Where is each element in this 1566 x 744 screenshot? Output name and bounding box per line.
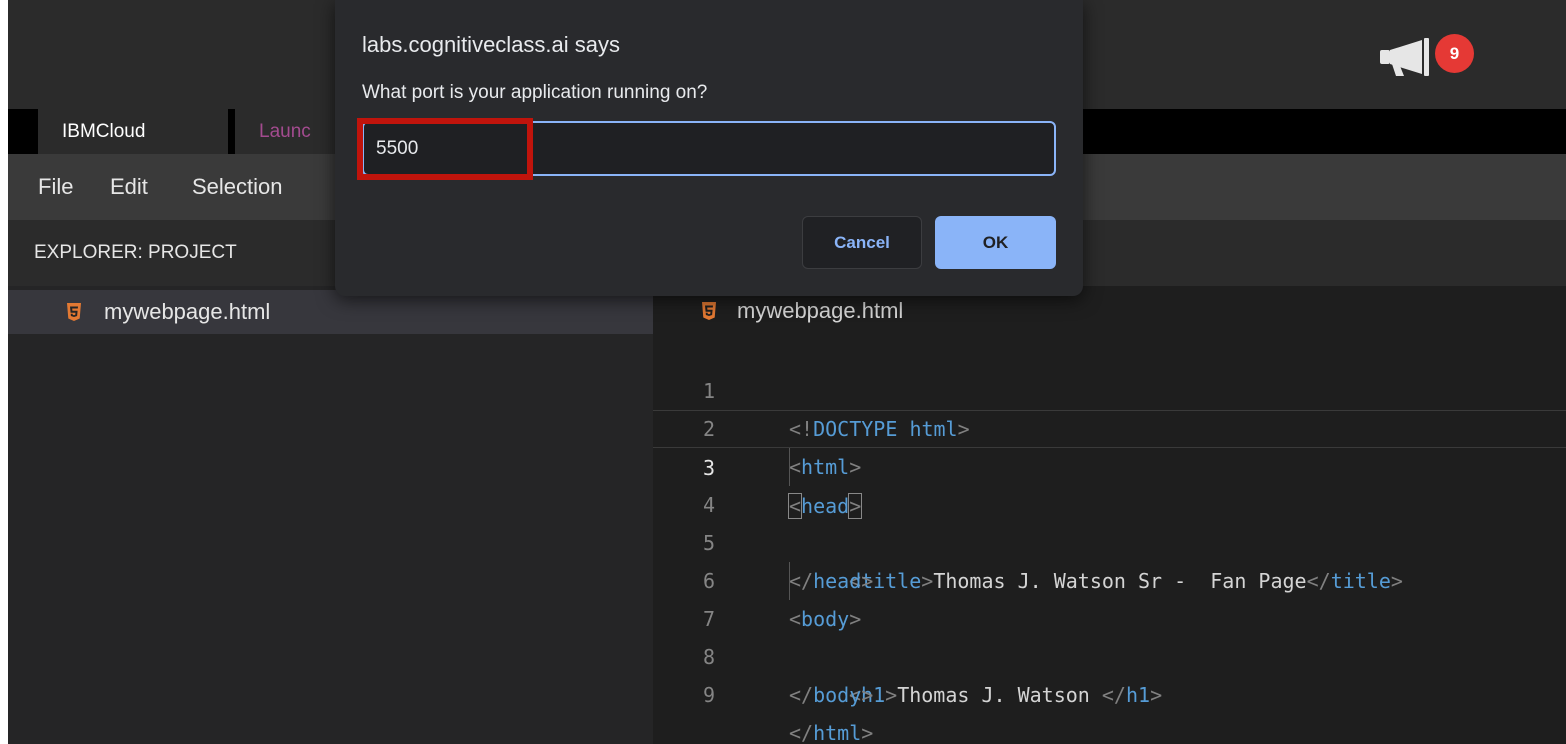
html5-icon [66, 303, 82, 321]
ide-window: 9 IBMCloud Launc File Edit Selection EXP… [8, 0, 1566, 744]
code-line: 8 </body> [653, 600, 1566, 707]
code-line: 1 <!DOCTYPE html> [653, 334, 1566, 441]
ok-button[interactable]: OK [935, 216, 1056, 269]
editor-file-name: mywebpage.html [737, 298, 904, 323]
notification-badge[interactable]: 9 [1435, 34, 1474, 73]
line-number: 9 [703, 683, 716, 707]
prompt-dialog: labs.cognitiveclass.ai says What port is… [335, 0, 1083, 296]
tab-ibmcloud[interactable]: IBMCloud [38, 109, 228, 154]
menu-file[interactable]: File [38, 154, 73, 220]
cancel-button[interactable]: Cancel [802, 216, 922, 269]
annotation-highlight-box [357, 118, 533, 180]
code-line: 9 </html> [653, 638, 1566, 744]
editor-file-title[interactable]: mywebpage.html [701, 298, 903, 324]
code-text: <h1>Thomas J. Watson </h1> [849, 683, 1163, 707]
menu-edit[interactable]: Edit [110, 154, 148, 220]
h1-content: Thomas J. Watson [897, 683, 1102, 707]
code-line: 2 <html> [653, 372, 1566, 479]
explorer-file-mywebpage[interactable]: mywebpage.html [8, 290, 653, 334]
indent-guide [789, 562, 790, 600]
code-text: </body> [789, 683, 874, 707]
dialog-message: What port is your application running on… [362, 82, 708, 103]
file-name: mywebpage.html [104, 299, 271, 324]
editor-panel: mywebpage.html 1 <!DOCTYPE html> 2 <html… [653, 220, 1566, 744]
code-line: 7 <h1>Thomas J. Watson </h1> [653, 562, 1566, 707]
html5-icon [701, 302, 717, 320]
code-area[interactable]: 1 <!DOCTYPE html> 2 <html> 3 <head> 4 <t… [653, 334, 1566, 744]
indent-guide [789, 448, 790, 486]
code-text: </html> [789, 721, 874, 744]
dialog-title: labs.cognitiveclass.ai says [362, 32, 621, 57]
megaphone-icon[interactable] [1378, 38, 1438, 78]
code-line: 5 </head> [653, 486, 1566, 593]
code-line: 4 <title>Thomas J. Watson Sr - Fan Page<… [653, 448, 1566, 593]
code-line-current: 3 <head> [653, 410, 1566, 519]
menu-selection[interactable]: Selection [192, 154, 283, 220]
explorer-panel: EXPLORER: PROJECT mywebpage.html [8, 220, 653, 744]
code-line: 6 <body> [653, 524, 1566, 631]
